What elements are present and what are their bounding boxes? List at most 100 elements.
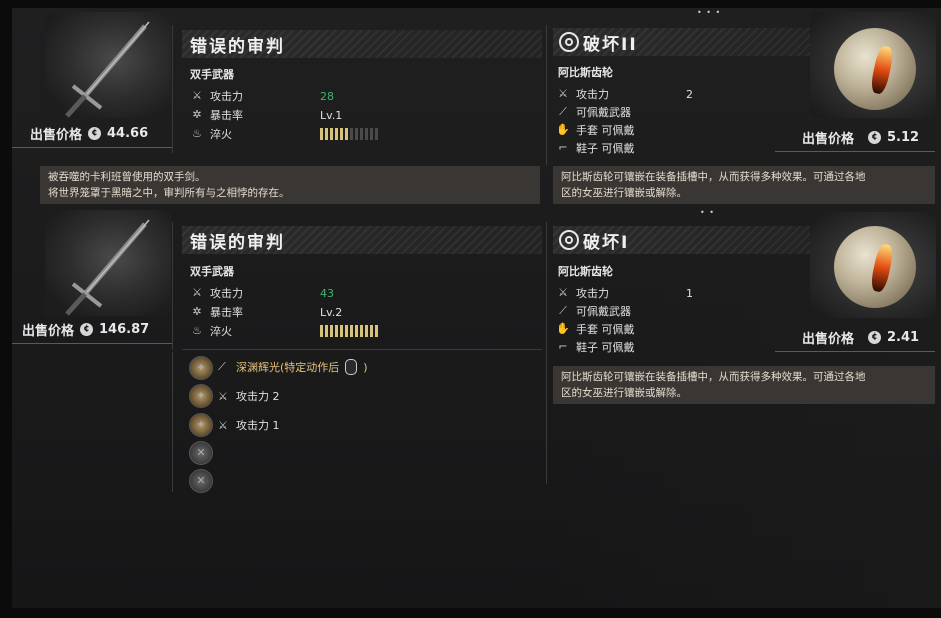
divider <box>172 352 173 492</box>
skill-row: ⚔ 攻击力 2 <box>218 387 280 405</box>
skill-label: 深渊辉光(特定动作后 <box>236 361 340 374</box>
temper-segment <box>335 325 338 337</box>
divider <box>775 351 935 352</box>
weapon-thumbnail[interactable] <box>45 12 171 118</box>
stat-label: 可佩戴武器 <box>576 305 631 318</box>
rune-thumbnail[interactable] <box>810 12 936 118</box>
temper-icon: ♨ <box>192 324 202 337</box>
temper-icon: ♨ <box>192 127 202 140</box>
rune-category: 阿比斯齿轮 <box>558 265 613 278</box>
temper-segment <box>365 325 368 337</box>
abyss-gear-orb-icon <box>834 28 916 110</box>
temper-segment <box>345 325 348 337</box>
crit-icon: ✲ <box>192 305 202 318</box>
pagination-dots: • • <box>700 208 715 217</box>
sword-icon: ⚔ <box>558 87 568 100</box>
socket-slot[interactable]: ✦ <box>189 413 213 437</box>
stat-row: ⌐ 鞋子 可佩戴 <box>556 339 686 355</box>
description-line: 阿比斯齿轮可镶嵌在装备插槽中，从而获得多种效果。可通过各地 <box>561 171 866 183</box>
rune-name: 破坏II <box>583 34 638 55</box>
stat-label: 攻击力 <box>210 90 243 103</box>
stat-label: 淬火 <box>210 128 232 141</box>
sell-price: 出售价格 ¢ 2.41 <box>802 326 919 348</box>
stat-label: 淬火 <box>210 325 232 338</box>
coin-icon: ¢ <box>88 126 102 140</box>
stat-row: ⚔ 攻击力 2 <box>556 86 693 102</box>
temper-segment <box>370 325 373 337</box>
stat-row: ♨ 淬火 <box>190 323 378 339</box>
mouse-icon <box>345 359 358 375</box>
weapon-thumbnail[interactable] <box>45 210 171 316</box>
temper-segment <box>370 128 373 140</box>
rune-name: 破坏I <box>583 232 630 253</box>
description-line: 被吞噬的卡利班曾使用的双手剑。 <box>48 171 206 183</box>
glove-icon: ✋ <box>556 123 570 136</box>
empty-socket-slot[interactable]: ✕ <box>189 469 213 493</box>
stat-row: ⌐ 鞋子 可佩戴 <box>556 140 686 156</box>
stat-row: ⚔ 攻击力 1 <box>556 285 693 301</box>
temper-segment <box>320 325 323 337</box>
crit-icon: ✲ <box>192 108 202 121</box>
greatsword-icon <box>65 219 150 316</box>
skill-row: ⟋ 深渊辉光(特定动作后 ) <box>218 358 368 376</box>
rune-thumbnail[interactable] <box>810 212 936 318</box>
description-line: 区的女巫进行镶嵌或解除。 <box>561 187 687 199</box>
temper-segment <box>350 325 353 337</box>
empty-socket-slot[interactable]: ✕ <box>189 441 213 465</box>
divider <box>182 349 542 350</box>
description-line: 区的女巫进行镶嵌或解除。 <box>561 387 687 399</box>
divider <box>172 222 173 350</box>
item-category: 双手武器 <box>190 68 234 81</box>
sell-price: 出售价格 ¢ 44.66 <box>30 122 148 144</box>
stat-row: ⟋ 可佩戴武器 <box>556 104 686 120</box>
skill-label: 攻击力 2 <box>236 390 280 403</box>
description-line: 将世界笼罩于黑暗之中，审判所有与之相悖的存在。 <box>48 187 290 199</box>
sell-price-value: 146.87 <box>99 321 150 337</box>
sell-price-value: 2.41 <box>887 329 920 345</box>
weapon-slot-icon: ⟋ <box>559 105 567 118</box>
socket-slot[interactable]: ✦ <box>189 384 213 408</box>
abyss-gear-icon <box>559 230 579 250</box>
stat-value: 28 <box>320 89 334 103</box>
stat-value: 1 <box>686 286 693 300</box>
temper-segment <box>325 128 328 140</box>
stat-label: 手套 可佩戴 <box>576 124 635 137</box>
divider <box>172 25 173 153</box>
temper-level-bar <box>320 128 378 140</box>
temper-segment <box>325 325 328 337</box>
boot-icon: ⌐ <box>558 340 568 353</box>
stat-label: 鞋子 可佩戴 <box>576 142 635 155</box>
rune-category: 阿比斯齿轮 <box>558 66 613 79</box>
abyss-gear-icon <box>559 32 579 52</box>
temper-segment <box>320 128 323 140</box>
rune-description: 阿比斯齿轮可镶嵌在装备插槽中，从而获得多种效果。可通过各地 区的女巫进行镶嵌或解… <box>553 366 935 404</box>
item-category: 双手武器 <box>190 265 234 278</box>
coin-icon: ¢ <box>868 330 882 344</box>
temper-segment <box>375 128 378 140</box>
sell-price-label: 出售价格 <box>30 127 83 143</box>
stat-label: 暴击率 <box>210 109 243 122</box>
rune-description: 阿比斯齿轮可镶嵌在装备插槽中，从而获得多种效果。可通过各地 区的女巫进行镶嵌或解… <box>553 166 935 204</box>
sword-icon: ⚔ <box>192 286 202 299</box>
skill-label: 攻击力 1 <box>236 419 280 432</box>
item-title: 错误的审判 <box>182 30 542 58</box>
sell-price: 出售价格 ¢ 5.12 <box>802 126 919 148</box>
divider <box>12 147 172 148</box>
temper-segment <box>340 325 343 337</box>
temper-segment <box>360 325 363 337</box>
glove-icon: ✋ <box>556 322 570 335</box>
sell-price: 出售价格 ¢ 146.87 <box>22 318 149 340</box>
divider <box>12 343 172 344</box>
weapon-slot-icon: ⟋ <box>559 304 567 317</box>
stat-value: Lv.1 <box>320 108 343 122</box>
stat-row: ✋ 手套 可佩戴 <box>556 321 686 337</box>
coin-icon: ¢ <box>80 322 94 336</box>
abyss-gear-orb-icon <box>834 226 916 308</box>
sword-icon: ⚔ <box>218 389 228 403</box>
pagination-dots: • • • <box>697 8 722 17</box>
stat-label: 暴击率 <box>210 306 243 319</box>
socket-slot[interactable]: ✦ <box>189 356 213 380</box>
item-title: 错误的审判 <box>182 226 542 254</box>
temper-segment <box>345 128 348 140</box>
divider <box>546 25 547 165</box>
